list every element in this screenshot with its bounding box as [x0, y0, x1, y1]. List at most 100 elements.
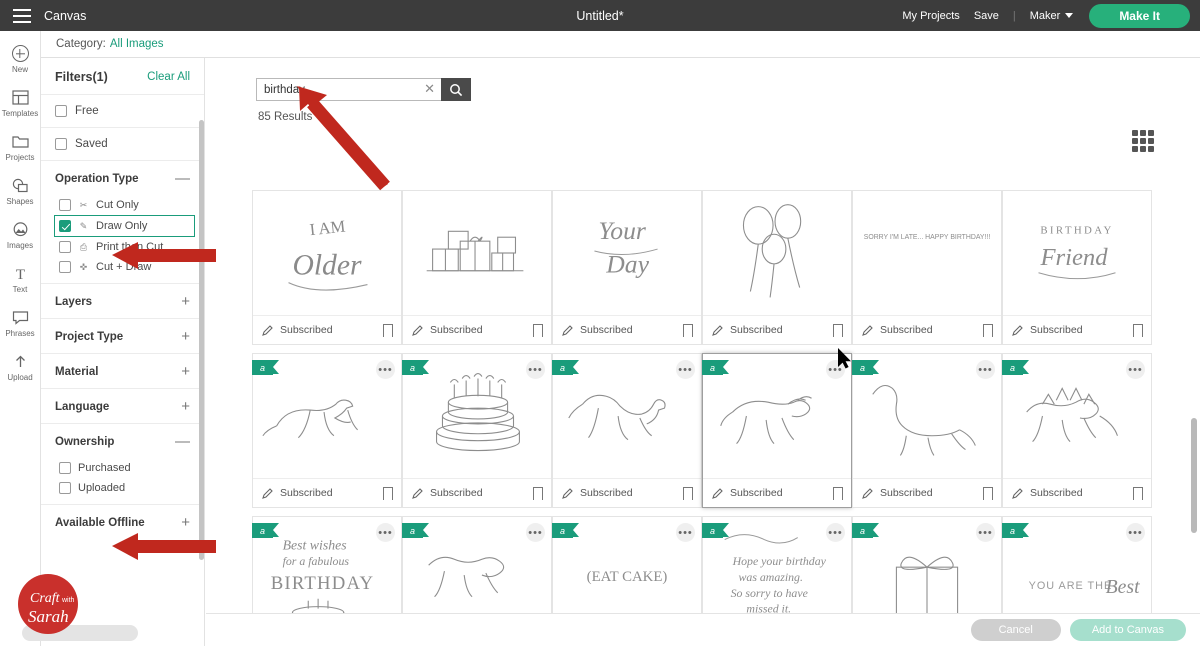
close-icon[interactable]: ✕ — [424, 82, 435, 96]
checkbox-draw-only[interactable] — [59, 220, 71, 232]
image-tile[interactable]: I AM Older Subscribed — [252, 190, 402, 345]
checkbox-free[interactable] — [55, 105, 67, 117]
svg-text:Hope your birthday: Hope your birthday — [732, 554, 827, 568]
section-language[interactable]: Language + — [41, 388, 204, 423]
checkbox-saved[interactable] — [55, 138, 67, 150]
bookmark-icon[interactable] — [682, 323, 695, 343]
section-operation-type[interactable]: Operation Type — — [41, 160, 204, 195]
rail-item-images[interactable]: Images — [0, 213, 41, 257]
image-tile[interactable]: BIRTHDAY Friend Subscribed — [1002, 190, 1152, 345]
filters-scrollbar-thumb[interactable] — [199, 120, 204, 560]
tile-footer: Subscribed — [553, 315, 701, 344]
svg-text:Older: Older — [292, 250, 362, 282]
section-material[interactable]: Material + — [41, 353, 204, 388]
rail-item-text[interactable]: T Text — [0, 257, 41, 301]
filter-draw-only[interactable]: ✎ Draw Only — [54, 215, 195, 237]
machine-selector[interactable]: Maker — [1030, 10, 1074, 22]
tile-footer: Subscribed — [403, 315, 551, 344]
checkbox-purchased[interactable] — [59, 462, 71, 474]
rail-item-shapes[interactable]: Shapes — [0, 169, 41, 213]
section-ownership[interactable]: Ownership — — [41, 423, 204, 458]
tile-art — [403, 354, 551, 479]
bookmark-icon[interactable] — [1132, 486, 1145, 506]
filter-print-then-cut[interactable]: ⎙ Print then Cut — [41, 237, 204, 257]
rail-item-projects[interactable]: Projects — [0, 125, 41, 169]
pen-icon — [561, 487, 574, 500]
search-input[interactable] — [256, 78, 441, 101]
pen-icon — [711, 487, 724, 500]
tile-art — [403, 191, 551, 316]
category-value[interactable]: All Images — [110, 38, 164, 50]
expand-plus-icon-language[interactable]: + — [181, 399, 190, 414]
expand-plus-icon-project-type[interactable]: + — [181, 329, 190, 344]
filter-cut-only[interactable]: ✂ Cut Only — [41, 195, 204, 215]
plus-circle-icon — [11, 45, 29, 63]
image-tile[interactable]: SORRY I'M LATE... HAPPY BIRTHDAY!!! Subs… — [852, 190, 1002, 345]
tile-status: Subscribed — [580, 487, 633, 499]
bookmark-icon[interactable] — [982, 486, 995, 506]
filter-free[interactable]: Free — [41, 94, 204, 127]
rail-item-new[interactable]: New — [0, 37, 41, 81]
bookmark-icon[interactable] — [532, 486, 545, 506]
filter-saved[interactable]: Saved — [41, 127, 204, 160]
filter-cut-plus-draw[interactable]: ✜ Cut + Draw — [41, 257, 204, 283]
image-tile-selected[interactable]: a ••• Subscribed — [702, 353, 852, 508]
bookmark-icon[interactable] — [832, 323, 845, 343]
section-layers[interactable]: Layers + — [41, 283, 204, 318]
bookmark-icon[interactable] — [382, 323, 395, 343]
tile-footer: Subscribed — [703, 315, 851, 344]
tile-status: Subscribed — [1030, 324, 1083, 336]
scissors-icon: ✂ — [79, 199, 88, 210]
bookmark-icon[interactable] — [832, 486, 845, 506]
collapse-minus-icon-operation-type[interactable]: — — [175, 171, 190, 186]
rail-item-phrases[interactable]: Phrases — [0, 301, 41, 345]
add-to-canvas-button[interactable]: Add to Canvas — [1069, 619, 1186, 641]
save-button[interactable]: Save — [974, 10, 999, 22]
bookmark-icon[interactable] — [1132, 323, 1145, 343]
grid-view-icon[interactable] — [1132, 130, 1154, 152]
checkbox-print-then-cut[interactable] — [59, 241, 71, 253]
expand-plus-icon-material[interactable]: + — [181, 364, 190, 379]
search-button[interactable] — [441, 78, 471, 101]
image-tile[interactable]: a ••• Subscribed — [852, 353, 1002, 508]
tile-art — [703, 191, 851, 316]
image-tile[interactable]: Subscribed — [402, 190, 552, 345]
expand-plus-icon-available-offline[interactable]: + — [181, 515, 190, 530]
image-tile[interactable]: a ••• Subscribed — [1002, 353, 1152, 508]
checkbox-cut-plus-draw[interactable] — [59, 261, 71, 273]
checkbox-cut-only[interactable] — [59, 199, 71, 211]
pen-icon — [1011, 324, 1024, 337]
bookmark-icon[interactable] — [682, 486, 695, 506]
rail-label-shapes: Shapes — [6, 196, 34, 206]
filters-title: Filters(1) — [55, 70, 108, 84]
expand-plus-icon-layers[interactable]: + — [181, 294, 190, 309]
section-available-offline[interactable]: Available Offline + — [41, 504, 204, 539]
section-title-layers: Layers — [55, 296, 93, 308]
results-scrollbar-thumb[interactable] — [1191, 418, 1197, 533]
rail-item-templates[interactable]: Templates — [0, 81, 41, 125]
hamburger-menu-icon[interactable] — [0, 0, 44, 31]
filter-uploaded[interactable]: Uploaded — [41, 478, 204, 504]
tile-status: Subscribed — [1030, 487, 1083, 499]
clear-all-button[interactable]: Clear All — [147, 71, 190, 83]
image-tile[interactable]: Subscribed — [702, 190, 852, 345]
make-it-button[interactable]: Make It — [1089, 3, 1190, 28]
checkbox-uploaded[interactable] — [59, 482, 71, 494]
image-tile[interactable]: a ••• Subscribed — [552, 353, 702, 508]
my-projects-link[interactable]: My Projects — [902, 10, 959, 22]
svg-text:Your: Your — [598, 216, 647, 245]
cancel-button[interactable]: Cancel — [970, 619, 1061, 641]
filter-purchased[interactable]: Purchased — [41, 458, 204, 478]
bookmark-icon[interactable] — [532, 323, 545, 343]
bookmark-icon[interactable] — [982, 323, 995, 343]
filter-label-print-then-cut: Print then Cut — [96, 241, 164, 253]
rail-item-upload[interactable]: Upload — [0, 345, 41, 389]
image-tile[interactable]: Your Day Subscribed — [552, 190, 702, 345]
left-rail: New Templates Projects Shapes Images T T… — [0, 31, 41, 646]
bookmark-icon[interactable] — [382, 486, 395, 506]
image-tile[interactable]: a ••• Subscribed — [402, 353, 552, 508]
section-project-type[interactable]: Project Type + — [41, 318, 204, 353]
svg-text:T: T — [15, 267, 24, 281]
collapse-minus-icon-ownership[interactable]: — — [175, 434, 190, 449]
image-tile[interactable]: a ••• Subscribed — [252, 353, 402, 508]
